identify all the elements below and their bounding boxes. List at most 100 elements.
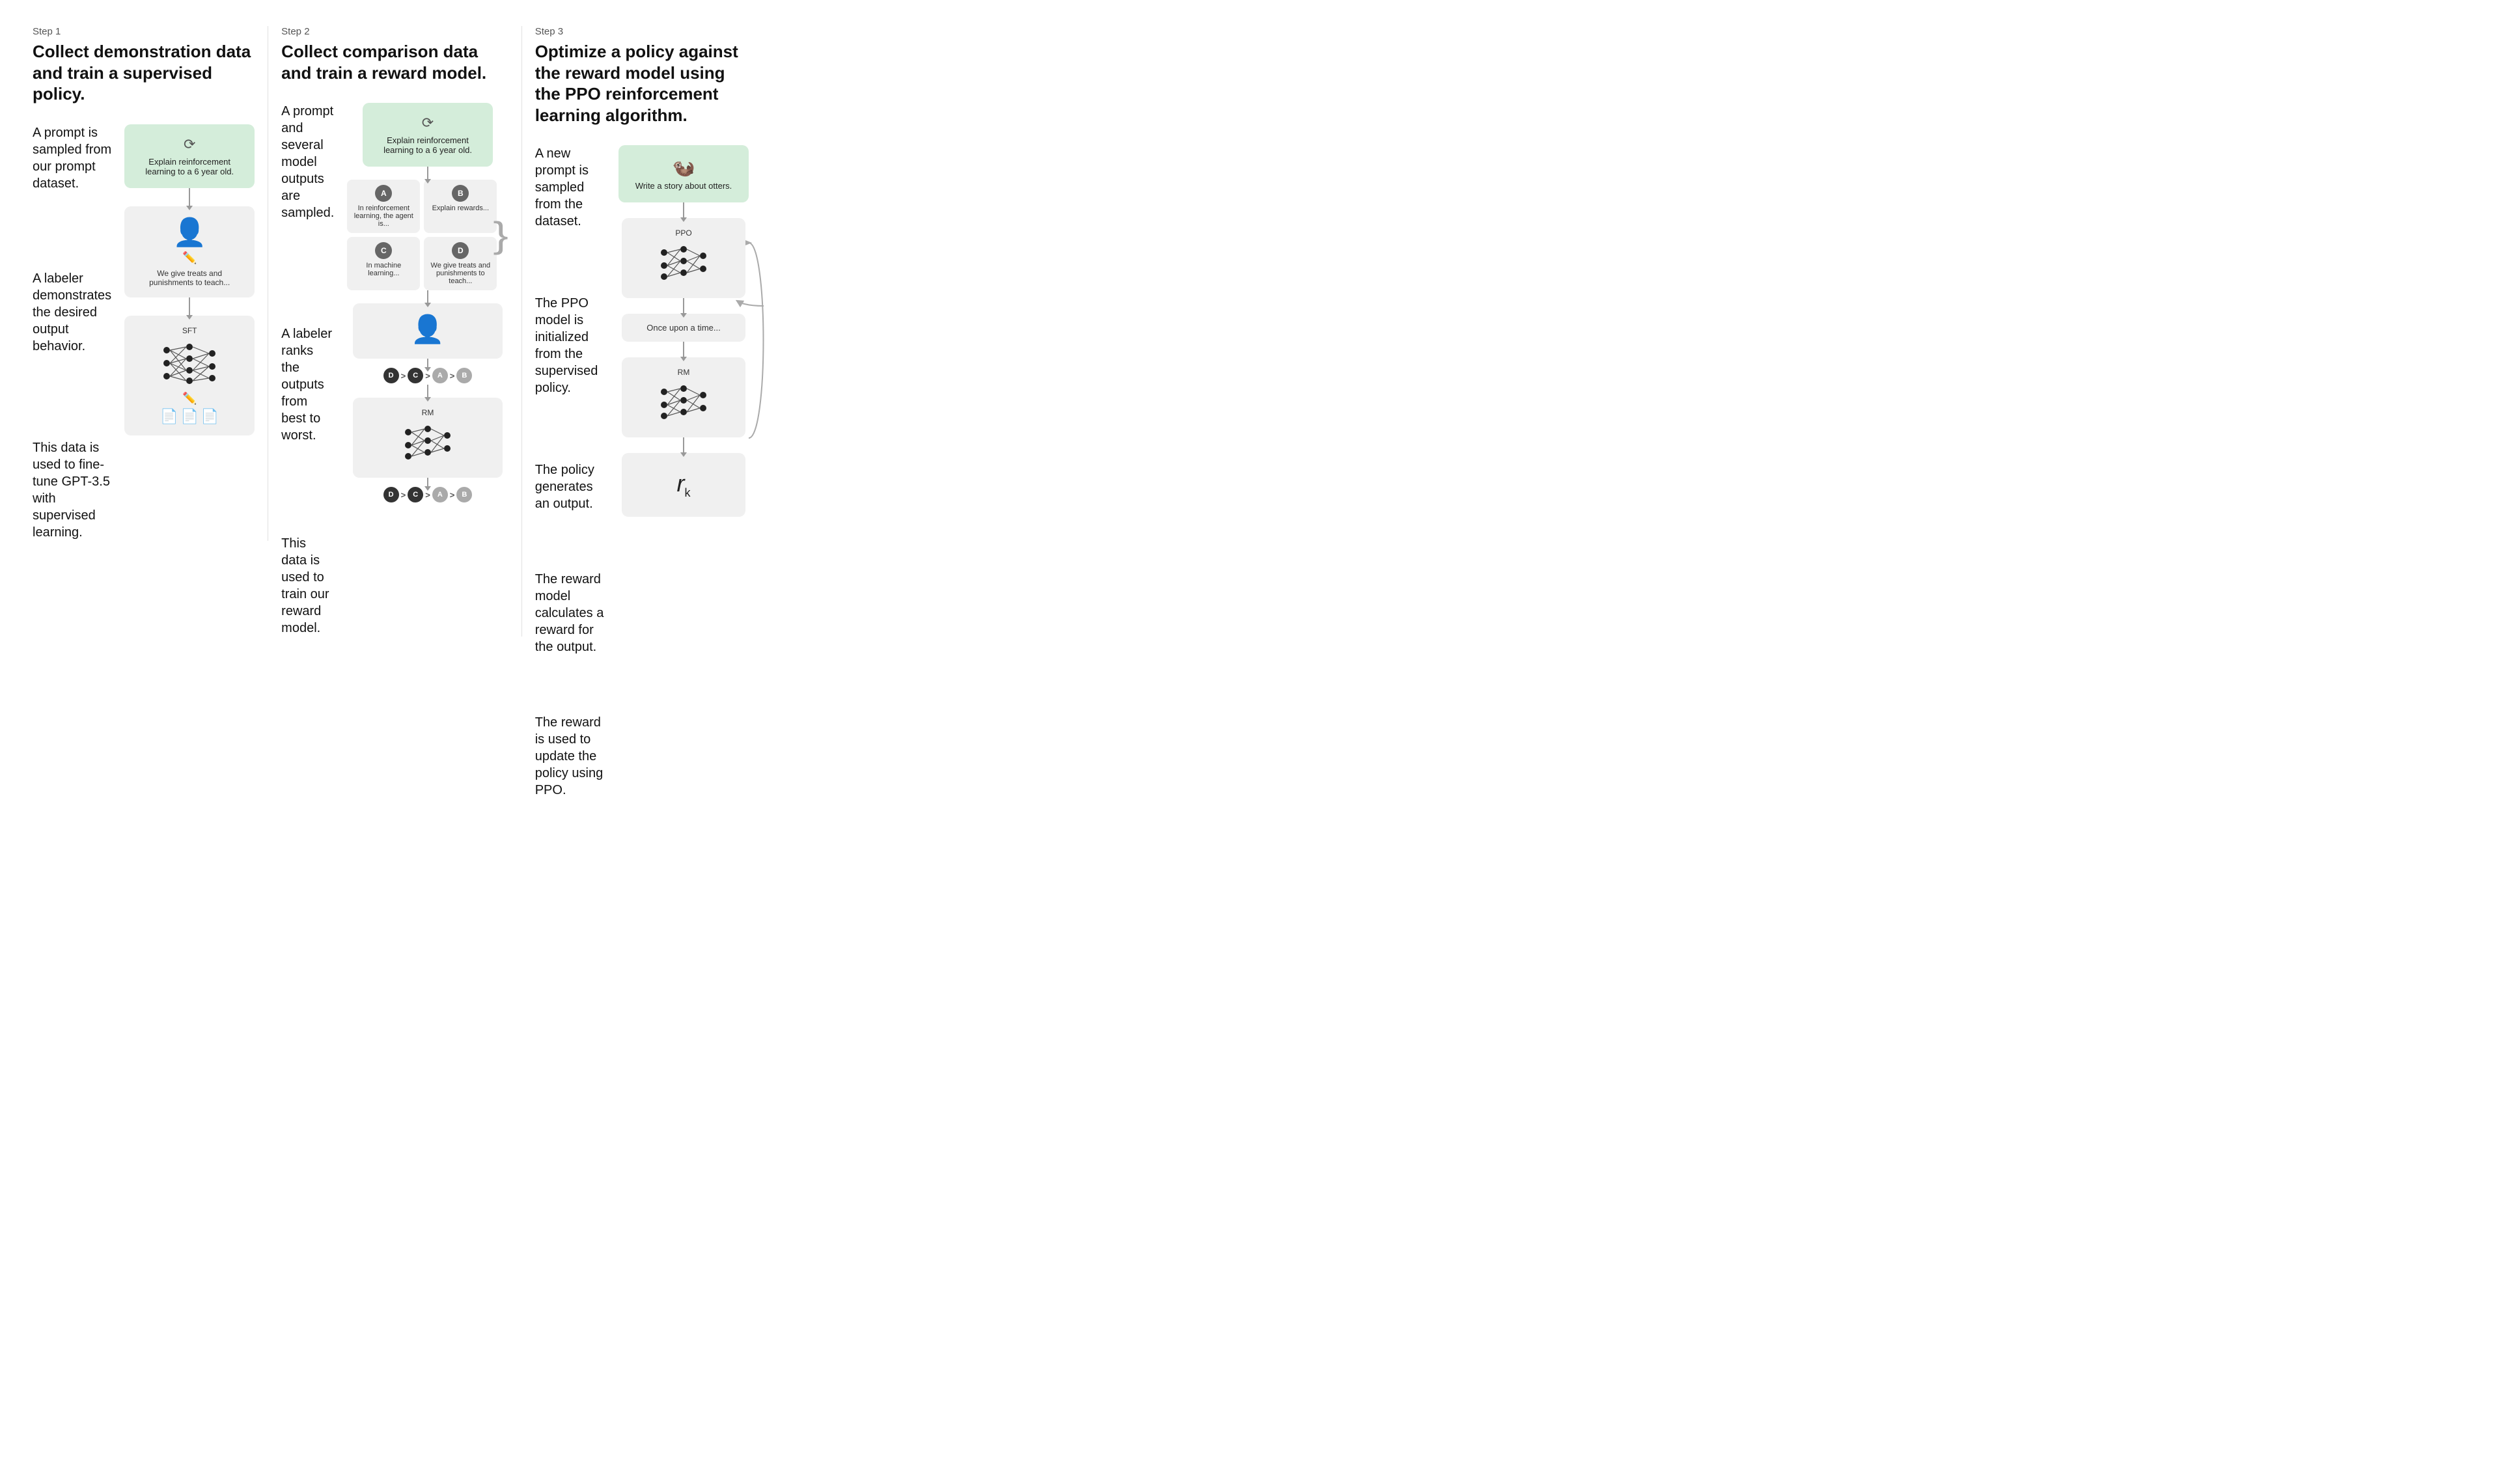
step1-texts: A prompt is sampled from our prompt data… xyxy=(33,124,111,541)
step1-card-text: We give treats and punishments to teach.… xyxy=(136,269,243,287)
step3-prompt-text: Write a story about otters. xyxy=(635,181,732,191)
step2-person-icon: 👤 xyxy=(365,314,491,346)
step3-text5: The reward is used to update the policy … xyxy=(535,714,605,799)
step2-neural-net xyxy=(402,422,454,461)
step3-arrow3 xyxy=(683,342,684,357)
step1-text2: A labeler demonstrates the desired outpu… xyxy=(33,270,111,355)
otter-icon: 🦦 xyxy=(633,157,734,178)
step1-label: Step 1 xyxy=(33,26,255,37)
step1-labeler-card: 👤 ✏️ We give treats and punishments to t… xyxy=(124,206,255,297)
step2-text2: A labeler ranks the outputs from best to… xyxy=(281,325,334,444)
step3-text2: The PPO model is initialized from the su… xyxy=(535,295,605,396)
step1-arrow1 xyxy=(189,188,190,206)
step1-model-label: SFT xyxy=(136,326,243,335)
step3-output-text: Once upon a time... xyxy=(646,323,720,333)
step2-title: Collect comparison data and train a rewa… xyxy=(281,41,508,83)
step3-rm-card: RM xyxy=(622,357,745,437)
step3-arrow4 xyxy=(683,437,684,453)
option-c: C In machine learning... xyxy=(347,237,420,290)
step1-person-icon: 👤 xyxy=(136,217,243,249)
rank-sep2: > xyxy=(424,371,431,381)
step3-text3: The policy generates an output. xyxy=(535,461,605,512)
main-content: Step 1 Collect demonstration data and tr… xyxy=(20,26,762,799)
option-b: B Explain rewards... xyxy=(424,180,497,233)
step3-arrow2 xyxy=(683,298,684,314)
step3-column: Step 3 Optimize a policy against the rew… xyxy=(522,26,762,799)
step2-layout: A prompt and several model outputs are s… xyxy=(281,103,508,637)
option-b-text: Explain rewards... xyxy=(429,204,492,212)
step3-rm-label: RM xyxy=(633,368,734,377)
step3-title: Optimize a policy against the reward mod… xyxy=(535,41,749,126)
rank2-b: B xyxy=(456,487,472,502)
step2-text1: A prompt and several model outputs are s… xyxy=(281,103,334,221)
rank2-c: C xyxy=(408,487,423,502)
step3-text1: A new prompt is sampled from the dataset… xyxy=(535,145,605,230)
rank-a: A xyxy=(432,368,448,383)
option-c-label: C xyxy=(375,242,392,259)
step3-label: Step 3 xyxy=(535,26,749,37)
rank2-a: A xyxy=(432,487,448,502)
step3-ppo-label: PPO xyxy=(633,228,734,238)
step2-options-area: A In reinforcement learning, the agent i… xyxy=(347,180,508,290)
step2-options-grid: A In reinforcement learning, the agent i… xyxy=(347,180,497,290)
step3-reward-text: rk xyxy=(632,463,735,506)
step1-recycle-icon: ⟳ xyxy=(139,136,240,153)
option-a-label: A xyxy=(375,185,392,202)
step2-arrow1 xyxy=(427,167,428,180)
step1-layout: A prompt is sampled from our prompt data… xyxy=(33,124,255,541)
step1-prompt-box: ⟳ Explain reinforcement learning to a 6 … xyxy=(124,124,255,188)
rank2-sep1: > xyxy=(400,490,407,500)
step2-rm-label: RM xyxy=(365,408,491,417)
doc3-icon: 📄 xyxy=(201,408,219,425)
option-a: A In reinforcement learning, the agent i… xyxy=(347,180,420,233)
step1-column: Step 1 Collect demonstration data and tr… xyxy=(20,26,268,541)
option-d-label: D xyxy=(452,242,469,259)
step3-diagram-wrapper: 🦦 Write a story about otters. PPO xyxy=(618,145,749,517)
step3-rm-net xyxy=(658,382,710,421)
rank-sep3: > xyxy=(449,371,456,381)
step2-prompt-box: ⟳ Explain reinforcement learning to a 6 … xyxy=(363,103,493,167)
doc1-icon: 📄 xyxy=(160,408,178,425)
option-b-label: B xyxy=(452,185,469,202)
step1-text1: A prompt is sampled from our prompt data… xyxy=(33,124,111,192)
step2-column: Step 2 Collect comparison data and train… xyxy=(268,26,522,637)
step3-arrow-area xyxy=(622,298,745,314)
option-d: D We give treats and punishments to teac… xyxy=(424,237,497,290)
step3-ppo-card: PPO xyxy=(622,218,745,298)
step2-arrow4 xyxy=(427,385,428,398)
ppo-loop-svg xyxy=(742,236,775,445)
step3-reward-card: rk xyxy=(622,453,745,517)
step1-title: Collect demonstration data and train a s… xyxy=(33,41,255,105)
step1-pencil2-icon: ✏️ xyxy=(136,392,243,405)
step2-text3: This data is used to train our reward mo… xyxy=(281,535,334,637)
step3-text4: The reward model calculates a reward for… xyxy=(535,571,605,655)
step1-arrow2 xyxy=(189,297,190,316)
step3-prompt-box: 🦦 Write a story about otters. xyxy=(618,145,749,202)
step2-rm-card: RM xyxy=(353,398,503,478)
rank2-sep3: > xyxy=(449,490,456,500)
step2-arrow2 xyxy=(427,290,428,303)
step1-neural-net xyxy=(160,340,219,386)
step2-recycle-icon: ⟳ xyxy=(377,115,479,131)
step2-prompt-text: Explain reinforcement learning to a 6 ye… xyxy=(383,135,472,155)
step2-person-card: 👤 xyxy=(353,303,503,359)
step3-texts: A new prompt is sampled from the dataset… xyxy=(535,145,605,799)
step3-diagram: 🦦 Write a story about otters. PPO xyxy=(618,145,749,517)
step3-layout: A new prompt is sampled from the dataset… xyxy=(535,145,749,799)
option-a-text: In reinforcement learning, the agent is.… xyxy=(352,204,415,228)
doc2-icon: 📄 xyxy=(180,408,198,425)
rank2-d: D xyxy=(383,487,399,502)
rank-c: C xyxy=(408,368,423,383)
step1-pencil-icon: ✏️ xyxy=(136,251,243,265)
step3-ppo-net xyxy=(658,243,710,282)
step1-prompt-text: Explain reinforcement learning to a 6 ye… xyxy=(145,157,234,176)
step2-diagram: ⟳ Explain reinforcement learning to a 6 … xyxy=(347,103,508,502)
step2-label: Step 2 xyxy=(281,26,508,37)
step2-arrow3 xyxy=(427,359,428,368)
step1-sft-card: SFT xyxy=(124,316,255,435)
step2-arrow5 xyxy=(427,478,428,487)
step1-text3: This data is used to fine-tune GPT-3.5 w… xyxy=(33,439,111,541)
rank-b: B xyxy=(456,368,472,383)
rank2-sep2: > xyxy=(424,490,431,500)
step3-output-card: Once upon a time... xyxy=(622,314,745,342)
